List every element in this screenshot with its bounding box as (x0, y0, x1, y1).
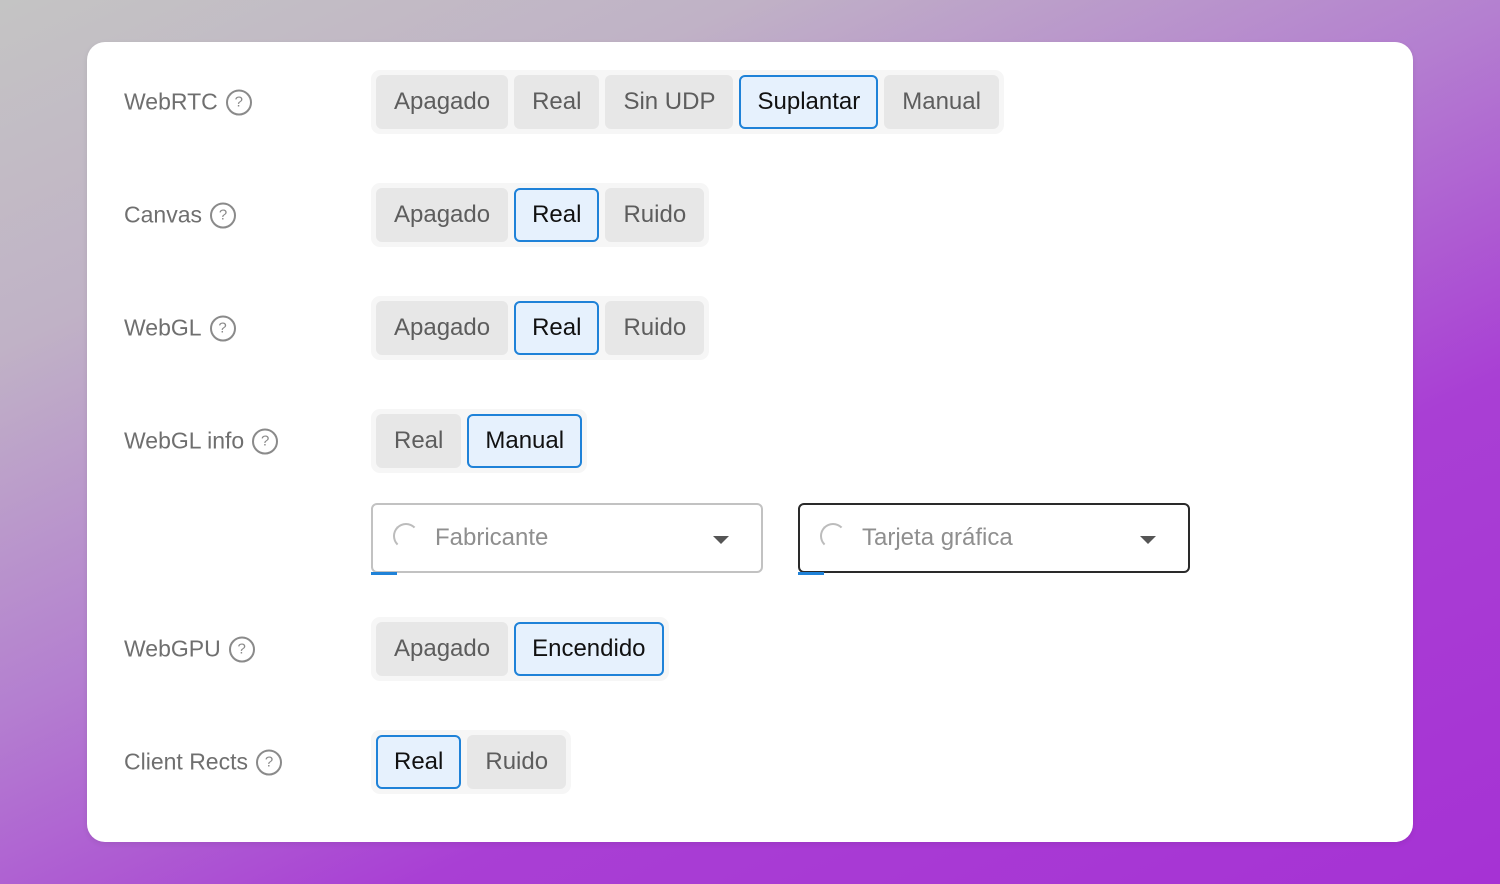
option-real[interactable]: Real (514, 188, 600, 242)
row-client-rects: Client Rects ? Real Ruido (87, 730, 1413, 794)
help-icon[interactable]: ? (228, 636, 255, 662)
loading-spinner-icon (393, 523, 419, 549)
vendor-placeholder: Fabricante (435, 524, 549, 551)
segmented-control-webgpu: Apagado Encendido (371, 617, 669, 681)
help-icon[interactable]: ? (209, 315, 236, 341)
renderer-select[interactable]: Tarjeta gráfica (798, 503, 1190, 573)
option-sin-udp[interactable]: Sin UDP (605, 75, 734, 129)
loading-spinner-icon (820, 523, 846, 549)
renderer-placeholder: Tarjeta gráfica (862, 524, 1013, 551)
help-icon[interactable]: ? (225, 89, 252, 115)
row-canvas: Canvas ? Apagado Real Ruido (87, 183, 1413, 247)
option-encendido[interactable]: Encendido (514, 622, 664, 676)
option-apagado[interactable]: Apagado (376, 622, 509, 676)
help-icon[interactable]: ? (255, 749, 282, 775)
option-manual[interactable]: Manual (467, 414, 583, 468)
option-suplantar[interactable]: Suplantar (739, 75, 879, 129)
label-text: WebRTC (124, 88, 218, 115)
row-label: WebGL ? (124, 315, 236, 342)
option-ruido[interactable]: Ruido (605, 301, 705, 355)
caret-down-icon[interactable] (1140, 536, 1156, 544)
row-label: Client Rects ? (124, 749, 282, 776)
settings-card: WebRTC ? Apagado Real Sin UDP Suplantar … (87, 42, 1413, 842)
segmented-control-canvas: Apagado Real Ruido (371, 183, 710, 247)
segmented-control-webrtc: Apagado Real Sin UDP Suplantar Manual (371, 70, 1004, 134)
caret-down-icon[interactable] (713, 536, 729, 544)
segmented-control-webgl-info: Real Manual (371, 409, 588, 473)
option-ruido[interactable]: Ruido (467, 735, 567, 789)
segmented-control-client-rects: Real Ruido (371, 730, 572, 794)
row-label: WebGPU ? (124, 636, 255, 663)
label-text: Canvas (124, 201, 202, 228)
row-label: Canvas ? (124, 202, 236, 229)
option-real[interactable]: Real (514, 301, 600, 355)
option-apagado[interactable]: Apagado (376, 75, 509, 129)
option-apagado[interactable]: Apagado (376, 301, 509, 355)
row-label: WebRTC ? (124, 89, 252, 116)
focus-underline (798, 572, 824, 575)
focus-underline (371, 572, 397, 575)
option-real[interactable]: Real (376, 414, 462, 468)
option-real[interactable]: Real (376, 735, 462, 789)
option-manual[interactable]: Manual (884, 75, 999, 129)
label-text: WebGL (124, 314, 202, 341)
option-apagado[interactable]: Apagado (376, 188, 509, 242)
label-text: WebGL info (124, 427, 245, 454)
row-label: WebGL info ? (124, 427, 279, 455)
help-icon[interactable]: ? (252, 428, 279, 454)
option-real[interactable]: Real (514, 75, 600, 129)
row-webgpu: WebGPU ? Apagado Encendido (87, 617, 1413, 681)
segmented-control-webgl: Apagado Real Ruido (371, 296, 710, 360)
row-webgl: WebGL ? Apagado Real Ruido (87, 296, 1413, 360)
row-webrtc: WebRTC ? Apagado Real Sin UDP Suplantar … (87, 70, 1413, 134)
help-icon[interactable]: ? (209, 202, 236, 228)
option-ruido[interactable]: Ruido (605, 188, 705, 242)
label-text: WebGPU (124, 635, 221, 662)
row-webgl-info: WebGL info ? Real Manual (87, 409, 1413, 473)
vendor-select[interactable]: Fabricante (371, 503, 763, 573)
label-text: Client Rects (124, 748, 248, 775)
